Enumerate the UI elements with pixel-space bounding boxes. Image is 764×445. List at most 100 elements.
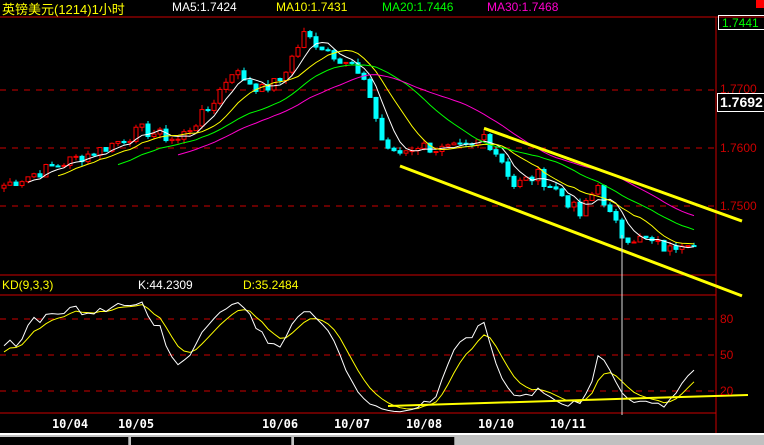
candle-body xyxy=(193,125,199,132)
channel-lower xyxy=(399,164,743,298)
up-candle xyxy=(85,150,91,165)
ma30-value: MA30:1.7468 xyxy=(487,0,559,14)
moving-averages xyxy=(27,41,695,249)
up-candle xyxy=(589,191,595,202)
candle-body xyxy=(97,147,103,156)
candle-body xyxy=(499,153,505,163)
down-candle xyxy=(511,173,517,189)
down-candle xyxy=(379,114,385,141)
x-tick-label: 10/05 xyxy=(117,417,155,431)
down-candle xyxy=(553,182,559,191)
chart-frame xyxy=(0,16,764,433)
tab[interactable] xyxy=(131,437,292,445)
window-indicator xyxy=(756,0,764,8)
down-candle xyxy=(385,137,391,150)
up-candle xyxy=(223,78,229,93)
ma5-value: MA5:1.7424 xyxy=(172,0,237,14)
candle-body xyxy=(511,175,517,187)
up-candle xyxy=(169,136,175,144)
up-candle xyxy=(301,27,307,49)
price-tick: 1.7600 xyxy=(720,141,757,155)
up-candle xyxy=(73,154,79,161)
candle-body xyxy=(493,149,499,155)
candle-body xyxy=(451,142,457,146)
down-candle xyxy=(55,164,61,168)
up-candle xyxy=(31,172,37,179)
candle-body xyxy=(115,140,121,144)
candle-body xyxy=(625,237,631,243)
candle-body xyxy=(505,161,511,177)
candle-body xyxy=(7,181,13,186)
candle-body xyxy=(655,239,661,242)
candle-body xyxy=(223,81,229,90)
cursor-price-label: 1.7692 xyxy=(717,93,764,112)
up-candle xyxy=(403,149,409,157)
candle-body xyxy=(271,78,277,91)
candle-body xyxy=(55,165,61,168)
channel-upper xyxy=(483,126,743,223)
up-candle xyxy=(211,99,217,115)
tab[interactable] xyxy=(0,437,129,445)
candle-body xyxy=(517,179,523,187)
up-candle xyxy=(451,141,457,146)
candle-body xyxy=(73,155,79,158)
down-candle xyxy=(49,161,55,167)
down-candle xyxy=(613,208,619,224)
up-candle xyxy=(1,182,7,192)
up-candle xyxy=(193,123,199,132)
down-candle xyxy=(691,242,697,248)
kd-tick: 20 xyxy=(720,384,734,398)
candle-body xyxy=(319,46,325,51)
up-candle xyxy=(19,180,25,188)
candle-body xyxy=(229,74,235,83)
candle-body xyxy=(673,245,679,250)
down-candle xyxy=(559,187,565,197)
up-candle xyxy=(115,140,121,147)
ma5-line xyxy=(27,41,695,249)
down-candle xyxy=(331,48,337,62)
candle-body xyxy=(631,241,637,244)
kd-k-value: K:44.2309 xyxy=(138,278,193,292)
candle-body xyxy=(31,173,37,178)
down-candle xyxy=(313,32,319,50)
down-candle xyxy=(565,195,571,209)
ma30-line xyxy=(177,74,695,217)
candle-body xyxy=(37,173,43,178)
x-tick-label: 10/11 xyxy=(549,417,587,431)
candle-body xyxy=(433,151,439,154)
candle-body xyxy=(571,201,577,208)
candle-body xyxy=(91,153,97,156)
candle-body xyxy=(295,46,301,57)
candle-body xyxy=(337,58,343,64)
candle-body xyxy=(667,245,673,252)
candle-body xyxy=(565,195,571,208)
price-chart[interactable] xyxy=(0,0,764,443)
x-tick-label: 10/10 xyxy=(477,417,515,431)
candle-body xyxy=(205,109,211,112)
up-candle xyxy=(433,150,439,156)
candle-body xyxy=(169,138,175,142)
down-candle xyxy=(103,147,109,152)
down-candle xyxy=(463,139,469,148)
candle-body xyxy=(379,117,385,141)
up-candle xyxy=(97,147,103,160)
up-candle xyxy=(7,178,13,186)
candle-body xyxy=(331,50,337,60)
candle-body xyxy=(559,188,565,197)
up-candle xyxy=(187,127,193,136)
x-tick-label: 10/07 xyxy=(333,417,371,431)
candle-body xyxy=(235,70,241,76)
candle-body xyxy=(121,140,127,144)
tab[interactable] xyxy=(294,437,455,445)
ma10-line xyxy=(57,49,695,245)
up-candle xyxy=(217,87,223,106)
candle-body xyxy=(13,181,19,187)
down-candle xyxy=(121,139,127,145)
candle-body xyxy=(367,78,373,98)
candles xyxy=(1,27,697,256)
kd-tick: 80 xyxy=(720,312,734,326)
candle-body xyxy=(151,133,157,138)
candle-body xyxy=(25,176,31,183)
up-candle xyxy=(595,183,601,196)
candle-body xyxy=(199,109,205,127)
